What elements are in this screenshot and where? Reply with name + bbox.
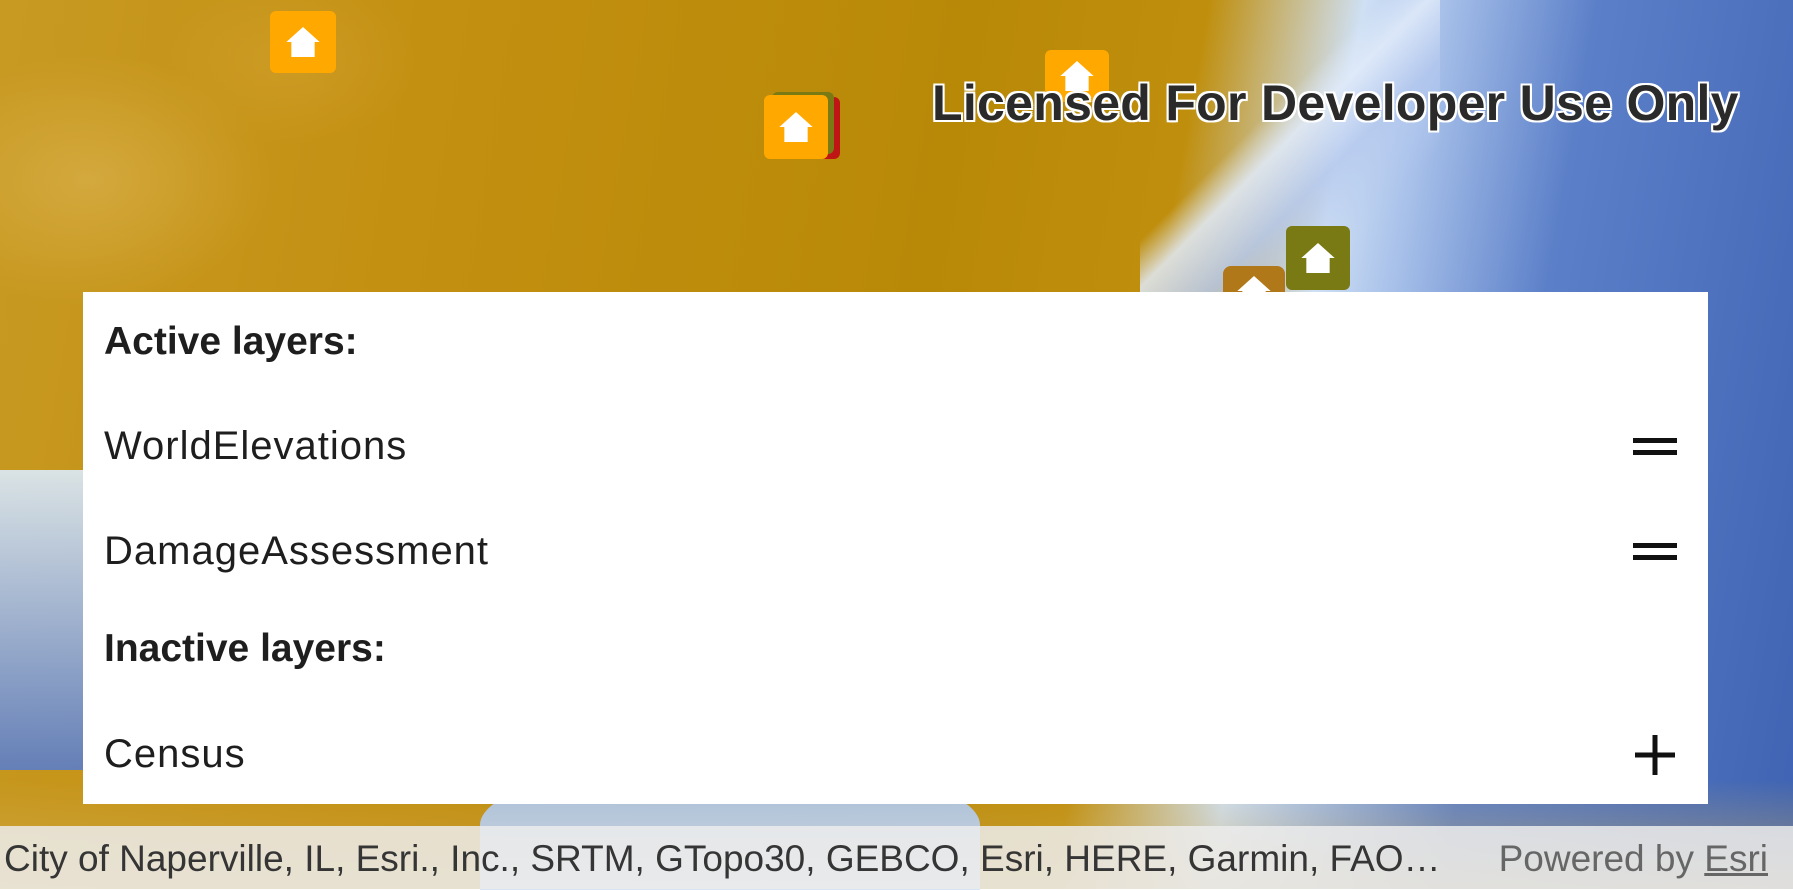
attribution-text[interactable]: City of Naperville, IL, Esri., Inc., SRT… (4, 838, 1444, 880)
inactive-layers-heading: Inactive layers: (104, 627, 386, 670)
plus-icon (1635, 735, 1675, 775)
house-icon (286, 27, 320, 57)
drag-handle-button[interactable] (1630, 527, 1680, 577)
house-icon (1301, 243, 1335, 273)
drag-handle-icon (1633, 543, 1677, 560)
layer-label: DamageAssessment (104, 529, 490, 573)
layer-row-damageassessment[interactable]: DamageAssessment (83, 517, 1708, 587)
drag-handle-icon (1633, 438, 1677, 455)
damage-marker[interactable] (270, 11, 336, 73)
damage-marker[interactable] (1286, 226, 1350, 290)
add-layer-button[interactable] (1630, 730, 1680, 780)
layers-panel: Active layers: WorldElevations DamageAss… (83, 292, 1708, 804)
license-watermark: Licensed For Developer Use Only (932, 75, 1739, 131)
layer-row-census[interactable]: Census (83, 720, 1708, 790)
esri-link[interactable]: Esri (1704, 838, 1768, 879)
layer-label: WorldElevations (104, 424, 408, 468)
attribution-bar[interactable]: City of Naperville, IL, Esri., Inc., SRT… (0, 826, 1793, 889)
active-layers-heading: Active layers: (104, 320, 358, 363)
damage-marker[interactable] (764, 95, 828, 159)
house-icon (779, 112, 813, 142)
drag-handle-button[interactable] (1630, 422, 1680, 472)
powered-by-label: Powered by (1498, 838, 1694, 879)
layer-label: Census (104, 732, 246, 776)
layer-row-worldelevations[interactable]: WorldElevations (83, 412, 1708, 482)
powered-by: Powered by Esri (1499, 838, 1768, 880)
